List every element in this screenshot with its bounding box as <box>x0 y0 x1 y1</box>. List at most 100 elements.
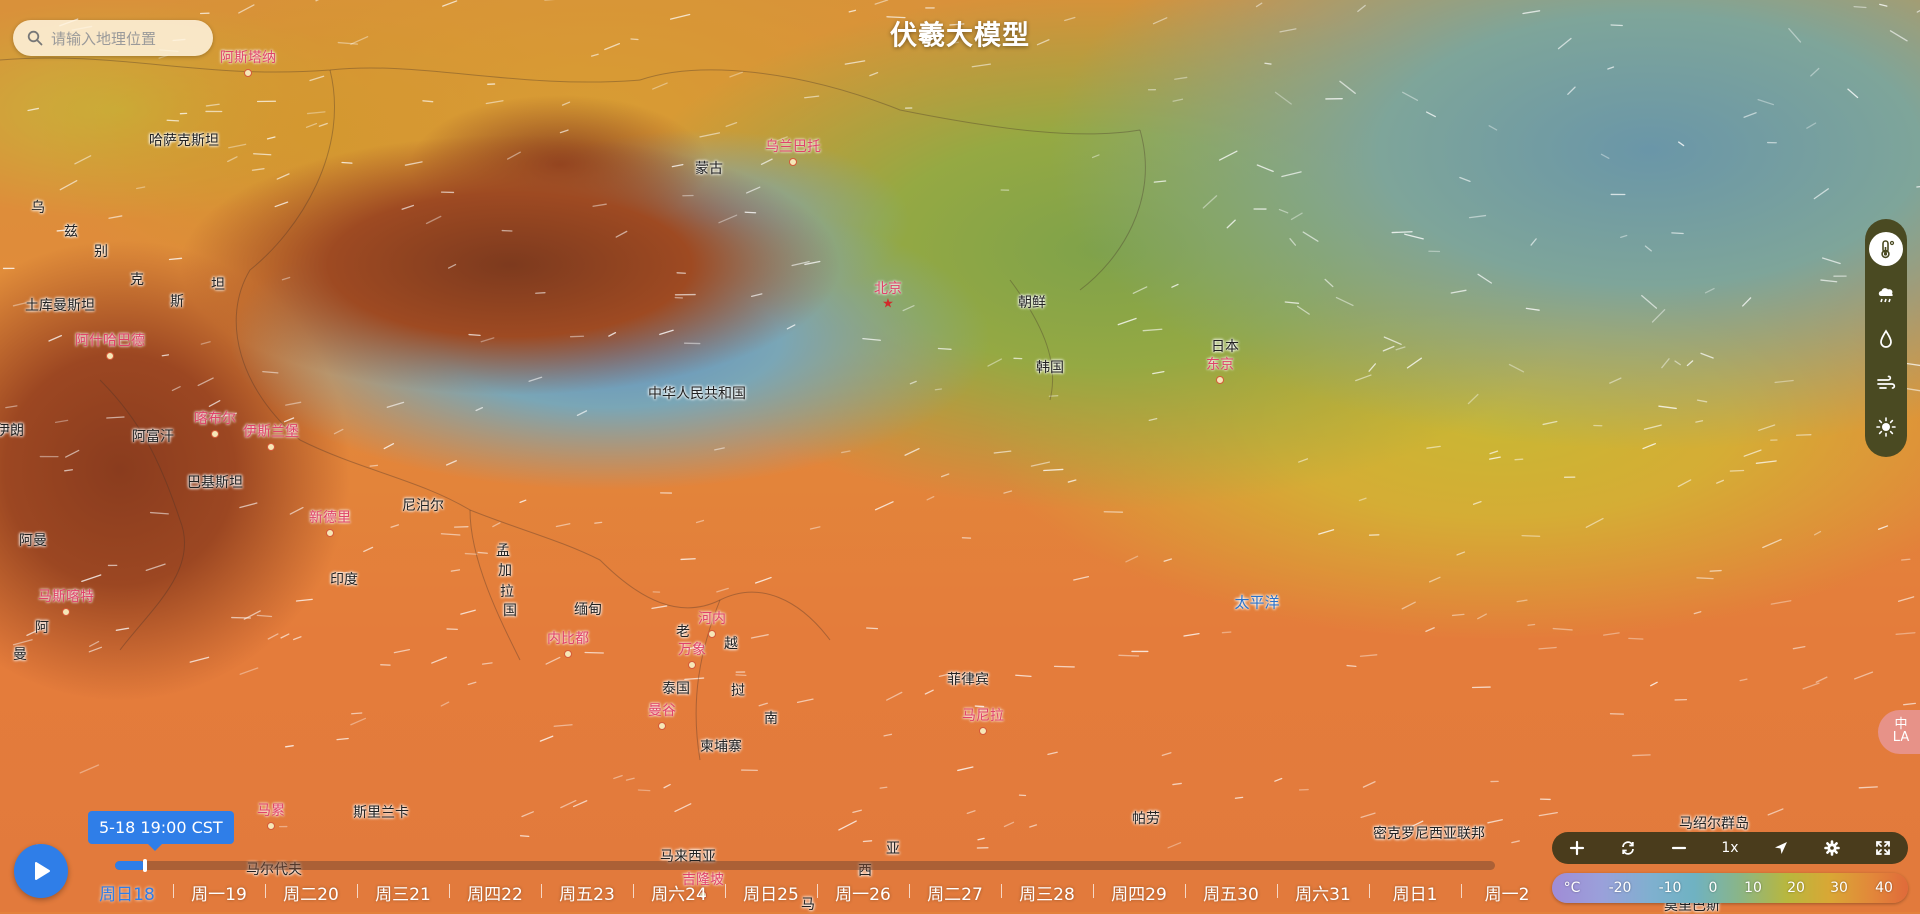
border-lines-layer <box>0 0 1920 912</box>
city-label: 曼谷 <box>648 704 676 718</box>
country-label: 伊朗 <box>0 424 24 438</box>
search-icon <box>27 30 43 46</box>
timeline-day-13[interactable]: 周六31 <box>1295 880 1351 905</box>
city-marker-icon <box>979 727 987 735</box>
settings-button[interactable] <box>1812 832 1852 864</box>
location-search-box[interactable] <box>13 20 213 56</box>
locate-button[interactable] <box>1761 832 1801 864</box>
timeline-day-separator <box>1001 884 1002 898</box>
water-drop-icon <box>1875 328 1897 350</box>
country-label: 国 <box>503 604 517 618</box>
timeline-day-11[interactable]: 周四29 <box>1111 880 1167 905</box>
timeline-track[interactable] <box>115 861 1495 870</box>
country-label: 曼 <box>13 648 27 662</box>
city-label: 马斯喀特 <box>38 590 94 604</box>
country-label: 孟 <box>496 544 510 558</box>
current-time-tooltip: 5-18 19:00 CST <box>88 811 234 844</box>
legend-unit: °C <box>1564 880 1581 896</box>
layer-panel <box>1865 219 1907 457</box>
capital-star-icon: ★ <box>882 298 894 311</box>
fullscreen-button[interactable] <box>1863 832 1903 864</box>
country-label: 中华人民共和国 <box>648 387 746 401</box>
thermometer-icon <box>1875 238 1897 260</box>
country-label: 别 <box>94 245 108 259</box>
layer-humidity-button[interactable] <box>1869 322 1903 356</box>
language-toggle-button[interactable]: 中 LA <box>1878 710 1920 754</box>
timeline-day-14[interactable]: 周日1 <box>1393 880 1438 905</box>
play-button[interactable] <box>14 844 68 898</box>
layer-sunshine-button[interactable] <box>1869 410 1903 444</box>
timeline-day-separator <box>1277 884 1278 898</box>
city-marker-icon <box>708 630 716 638</box>
timeline-day-8[interactable]: 周一26 <box>835 880 891 905</box>
timeline-day-0[interactable]: 周日18 <box>99 880 155 905</box>
timeline-day-separator <box>541 884 542 898</box>
country-label: 泰国 <box>662 682 690 696</box>
timeline-day-separator <box>1185 884 1186 898</box>
timeline-progress <box>115 861 145 870</box>
timeline-day-3[interactable]: 周三21 <box>375 880 431 905</box>
timeline-day-10[interactable]: 周三28 <box>1019 880 1075 905</box>
timeline-day-separator <box>173 884 174 898</box>
timeline-day-5[interactable]: 周五23 <box>559 880 615 905</box>
city-label: 北京 <box>874 282 902 296</box>
country-label: 印度 <box>330 573 358 587</box>
timeline-day-4[interactable]: 周四22 <box>467 880 523 905</box>
country-label: 柬埔寨 <box>700 740 742 754</box>
city-label: 伊斯兰堡 <box>243 425 299 439</box>
playback-speed-button[interactable]: 1x <box>1710 832 1750 864</box>
timeline-day-12[interactable]: 周五30 <box>1203 880 1259 905</box>
timeline-day-7[interactable]: 周日25 <box>743 880 799 905</box>
city-marker-icon <box>1216 376 1224 384</box>
city-marker-icon <box>211 430 219 438</box>
country-label: 阿富汗 <box>132 430 174 444</box>
legend-tick: 10 <box>1744 880 1762 896</box>
city-marker-icon <box>106 352 114 360</box>
country-label: 克 <box>130 273 144 287</box>
country-label: 韩国 <box>1036 361 1064 375</box>
zoom-in-button[interactable] <box>1557 832 1597 864</box>
timeline-handle[interactable] <box>143 859 147 872</box>
country-label: 尼泊尔 <box>402 499 444 513</box>
timeline-day-2[interactable]: 周二20 <box>283 880 339 905</box>
refresh-button[interactable] <box>1608 832 1648 864</box>
search-input[interactable] <box>49 20 209 58</box>
country-label: 加 <box>498 564 512 578</box>
country-label: 密克罗尼西亚联邦 <box>1373 827 1485 841</box>
timeline-day-6[interactable]: 周六24 <box>651 880 707 905</box>
country-label: 菲律宾 <box>947 673 989 687</box>
timeline-day-15[interactable]: 周一2 <box>1485 880 1530 905</box>
timeline-day-separator <box>909 884 910 898</box>
city-marker-icon <box>688 661 696 669</box>
zoom-out-button[interactable] <box>1659 832 1699 864</box>
country-label: 老 <box>676 625 690 639</box>
sun-icon <box>1875 416 1897 438</box>
city-label: 东京 <box>1206 358 1234 372</box>
weather-map[interactable] <box>0 0 1920 912</box>
city-marker-icon <box>267 443 275 451</box>
timeline-day-9[interactable]: 周二27 <box>927 880 983 905</box>
city-label: 阿什哈巴德 <box>75 334 145 348</box>
country-label: 阿 <box>35 621 49 635</box>
play-icon <box>30 860 52 882</box>
country-label: 亚 <box>886 842 900 856</box>
country-label: 斯 <box>170 295 184 309</box>
page-title: 伏羲大模型 <box>890 14 1030 53</box>
legend-tick: 30 <box>1830 880 1848 896</box>
language-label-bottom: LA <box>1878 731 1920 744</box>
timeline-day-separator <box>817 884 818 898</box>
layer-precipitation-button[interactable] <box>1869 277 1903 311</box>
fullscreen-icon <box>1875 840 1891 856</box>
legend-tick: -20 <box>1609 880 1632 896</box>
zoom-out-icon <box>1671 840 1687 856</box>
city-marker-icon <box>789 158 797 166</box>
layer-wind-button[interactable] <box>1869 366 1903 400</box>
timeline-day-separator <box>725 884 726 898</box>
rain-cloud-icon <box>1875 283 1897 305</box>
country-label: 巴基斯坦 <box>187 476 243 490</box>
ocean-label: 太平洋 <box>1234 596 1279 611</box>
timeline-day-1[interactable]: 周一19 <box>191 880 247 905</box>
refresh-icon <box>1620 840 1636 856</box>
map-toolbar: 1x <box>1552 832 1908 864</box>
layer-temperature-button[interactable] <box>1869 232 1903 266</box>
